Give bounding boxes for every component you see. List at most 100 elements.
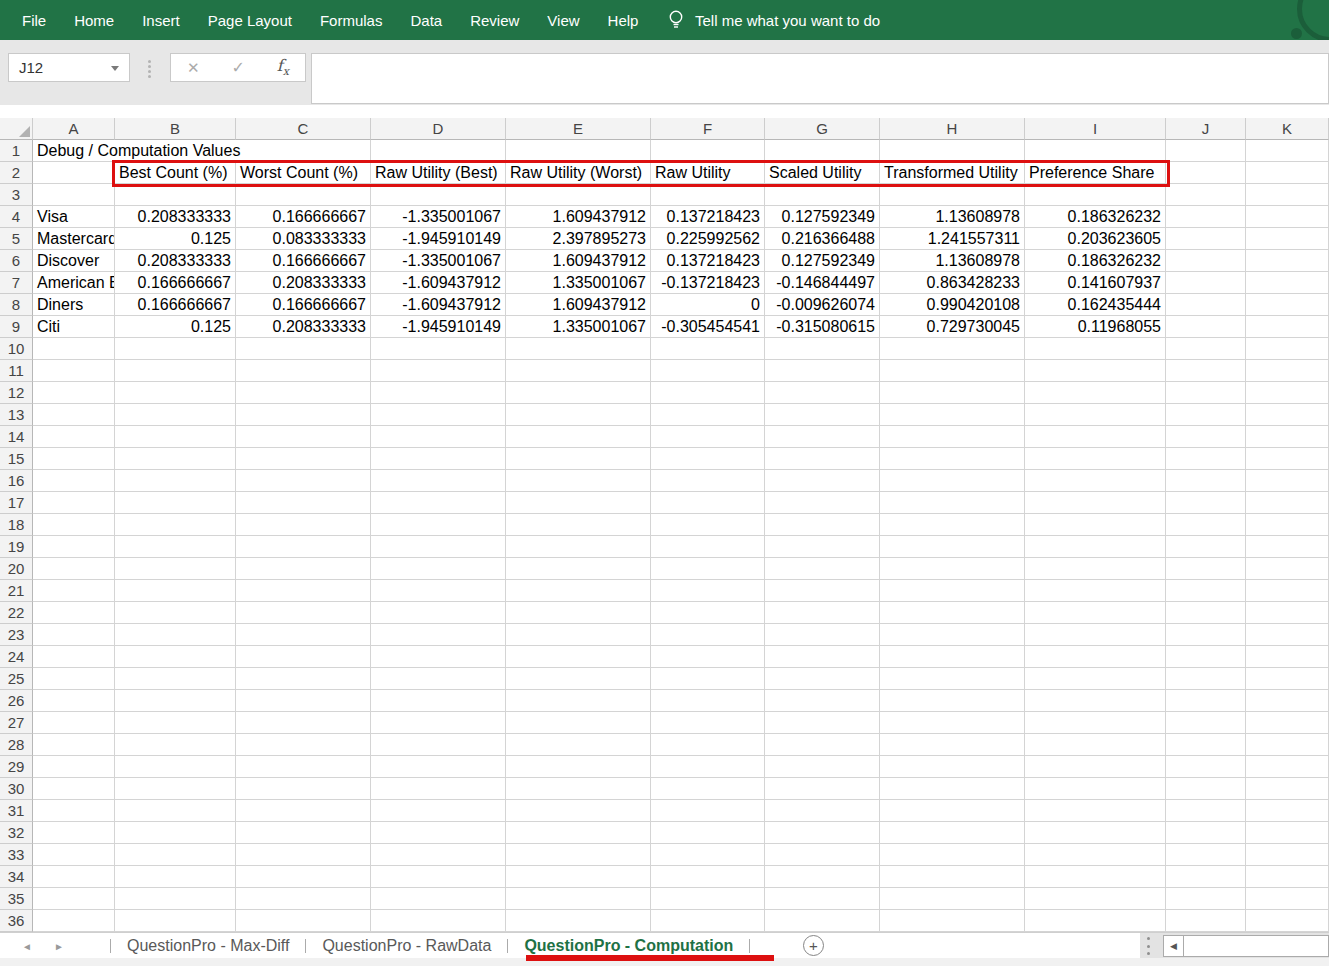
cell-I3[interactable] xyxy=(1025,184,1166,206)
row-header-6[interactable]: 6 xyxy=(0,250,33,272)
cell-K20[interactable] xyxy=(1246,558,1329,580)
cell-G22[interactable] xyxy=(765,602,880,624)
cell-K11[interactable] xyxy=(1246,360,1329,382)
cell-I23[interactable] xyxy=(1025,624,1166,646)
cell-A31[interactable] xyxy=(33,800,115,822)
cell-E15[interactable] xyxy=(506,448,651,470)
cell-C6[interactable]: 0.166666667 xyxy=(236,250,371,272)
cell-E22[interactable] xyxy=(506,602,651,624)
cell-C10[interactable] xyxy=(236,338,371,360)
cell-B31[interactable] xyxy=(115,800,236,822)
cell-I18[interactable] xyxy=(1025,514,1166,536)
cell-A36[interactable] xyxy=(33,910,115,932)
cell-J21[interactable] xyxy=(1166,580,1246,602)
cell-G18[interactable] xyxy=(765,514,880,536)
cell-D36[interactable] xyxy=(371,910,506,932)
cell-F1[interactable] xyxy=(651,140,765,162)
cell-I33[interactable] xyxy=(1025,844,1166,866)
cell-C23[interactable] xyxy=(236,624,371,646)
cell-B34[interactable] xyxy=(115,866,236,888)
cell-E31[interactable] xyxy=(506,800,651,822)
cell-A1[interactable]: Debug / Computation Values xyxy=(33,140,115,162)
cell-F5[interactable]: 0.225992562 xyxy=(651,228,765,250)
cell-D13[interactable] xyxy=(371,404,506,426)
cell-C28[interactable] xyxy=(236,734,371,756)
cell-F14[interactable] xyxy=(651,426,765,448)
column-header-A[interactable]: A xyxy=(33,118,115,140)
row-header-28[interactable]: 28 xyxy=(0,734,33,756)
cell-D24[interactable] xyxy=(371,646,506,668)
cell-E27[interactable] xyxy=(506,712,651,734)
cell-H21[interactable] xyxy=(880,580,1025,602)
cell-I10[interactable] xyxy=(1025,338,1166,360)
cell-B11[interactable] xyxy=(115,360,236,382)
cell-K13[interactable] xyxy=(1246,404,1329,426)
cell-C9[interactable]: 0.208333333 xyxy=(236,316,371,338)
cell-D29[interactable] xyxy=(371,756,506,778)
cell-G28[interactable] xyxy=(765,734,880,756)
cell-G1[interactable] xyxy=(765,140,880,162)
cell-K2[interactable] xyxy=(1246,162,1329,184)
cell-C27[interactable] xyxy=(236,712,371,734)
cell-H32[interactable] xyxy=(880,822,1025,844)
cell-K1[interactable] xyxy=(1246,140,1329,162)
cell-D16[interactable] xyxy=(371,470,506,492)
cell-K31[interactable] xyxy=(1246,800,1329,822)
horizontal-scrollbar[interactable]: ◀ xyxy=(1163,935,1329,957)
row-header-4[interactable]: 4 xyxy=(0,206,33,228)
cell-F27[interactable] xyxy=(651,712,765,734)
cell-E10[interactable] xyxy=(506,338,651,360)
row-header-26[interactable]: 26 xyxy=(0,690,33,712)
cell-I21[interactable] xyxy=(1025,580,1166,602)
cell-D21[interactable] xyxy=(371,580,506,602)
column-header-J[interactable]: J xyxy=(1166,118,1246,140)
cell-C25[interactable] xyxy=(236,668,371,690)
cell-K24[interactable] xyxy=(1246,646,1329,668)
cell-B8[interactable]: 0.166666667 xyxy=(115,294,236,316)
column-header-F[interactable]: F xyxy=(651,118,765,140)
cell-D14[interactable] xyxy=(371,426,506,448)
cell-J16[interactable] xyxy=(1166,470,1246,492)
cell-E25[interactable] xyxy=(506,668,651,690)
cell-J29[interactable] xyxy=(1166,756,1246,778)
cell-E8[interactable]: 1.609437912 xyxy=(506,294,651,316)
menu-home[interactable]: Home xyxy=(74,12,114,29)
cell-E14[interactable] xyxy=(506,426,651,448)
cell-H1[interactable] xyxy=(880,140,1025,162)
cell-E7[interactable]: 1.335001067 xyxy=(506,272,651,294)
row-header-18[interactable]: 18 xyxy=(0,514,33,536)
cell-D33[interactable] xyxy=(371,844,506,866)
cell-J4[interactable] xyxy=(1166,206,1246,228)
cell-F17[interactable] xyxy=(651,492,765,514)
cell-G25[interactable] xyxy=(765,668,880,690)
cell-K7[interactable] xyxy=(1246,272,1329,294)
cell-D30[interactable] xyxy=(371,778,506,800)
cell-J1[interactable] xyxy=(1166,140,1246,162)
cell-G35[interactable] xyxy=(765,888,880,910)
cell-E19[interactable] xyxy=(506,536,651,558)
cell-F4[interactable]: 0.137218423 xyxy=(651,206,765,228)
cell-J36[interactable] xyxy=(1166,910,1246,932)
cell-I25[interactable] xyxy=(1025,668,1166,690)
cell-K16[interactable] xyxy=(1246,470,1329,492)
cell-G16[interactable] xyxy=(765,470,880,492)
cell-E5[interactable]: 2.397895273 xyxy=(506,228,651,250)
row-header-23[interactable]: 23 xyxy=(0,624,33,646)
cell-H13[interactable] xyxy=(880,404,1025,426)
cell-I20[interactable] xyxy=(1025,558,1166,580)
cell-K5[interactable] xyxy=(1246,228,1329,250)
menu-page-layout[interactable]: Page Layout xyxy=(208,12,292,29)
cell-D1[interactable] xyxy=(371,140,506,162)
cell-I35[interactable] xyxy=(1025,888,1166,910)
row-header-33[interactable]: 33 xyxy=(0,844,33,866)
cell-E1[interactable] xyxy=(506,140,651,162)
cell-H27[interactable] xyxy=(880,712,1025,734)
row-header-13[interactable]: 13 xyxy=(0,404,33,426)
row-header-20[interactable]: 20 xyxy=(0,558,33,580)
cell-G9[interactable]: -0.315080615 xyxy=(765,316,880,338)
cell-G10[interactable] xyxy=(765,338,880,360)
cell-D2[interactable]: Raw Utility (Best) xyxy=(371,162,506,184)
cell-K9[interactable] xyxy=(1246,316,1329,338)
menu-file[interactable]: File xyxy=(22,12,46,29)
cell-H16[interactable] xyxy=(880,470,1025,492)
